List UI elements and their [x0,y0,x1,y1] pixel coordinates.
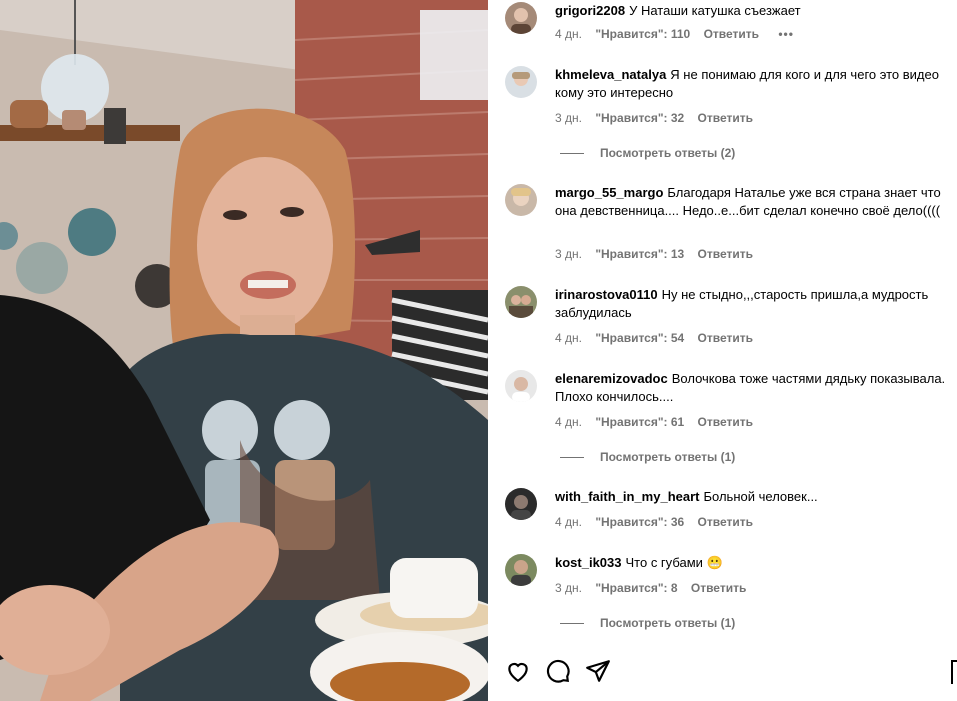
comment-likes[interactable]: "Нравится": 61 [595,415,684,429]
comment-time[interactable]: 4 дн. [555,331,582,345]
view-replies-button[interactable]: Посмотреть ответы (2) [560,146,735,160]
avatar[interactable] [505,2,537,34]
comment-likes[interactable]: "Нравится": 54 [595,331,684,345]
comment-username[interactable]: margo_55_margo [555,185,663,200]
comment-time[interactable]: 4 дн. [555,415,582,429]
comment-text: У Наташи катушка съезжает [629,3,801,18]
reply-button[interactable]: Ответить [704,27,759,41]
view-replies-label: Посмотреть ответы (2) [600,146,736,160]
comment-time[interactable]: 4 дн. [555,27,582,41]
comment-username[interactable]: with_faith_in_my_heart [555,489,700,504]
photo-illustration [0,0,488,701]
view-replies-label: Посмотреть ответы (1) [600,450,736,464]
comment-time[interactable]: 3 дн. [555,247,582,261]
comment-meta: 3 дн. "Нравится": 8 Ответить [555,581,756,595]
comment-time[interactable]: 3 дн. [555,581,582,595]
share-icon[interactable] [585,658,611,684]
reply-button[interactable]: Ответить [691,581,746,595]
comment-text-block: elenaremizovadoc Волочкова тоже частями д… [555,370,947,406]
comment-likes[interactable]: "Нравится": 13 [595,247,684,261]
comment-username[interactable]: irinarostova0110 [555,287,658,302]
comment-meta: 4 дн. "Нравится": 110 Ответить ••• [555,27,804,41]
comment-text: Больной человек... [703,489,818,504]
more-options-icon[interactable]: ••• [778,27,794,41]
reply-button[interactable]: Ответить [698,415,753,429]
comment-text: Что с губами 😬 [625,555,723,570]
comment-icon[interactable] [545,658,571,684]
post-photo [0,0,488,701]
comment-text-block: margo_55_margo Благодаря Наталье уже вся … [555,184,947,220]
reply-button[interactable]: Ответить [698,331,753,345]
comment-time[interactable]: 3 дн. [555,111,582,125]
divider-line [560,153,584,155]
divider-line [560,623,584,625]
avatar[interactable] [505,66,537,98]
comment-likes[interactable]: "Нравится": 36 [595,515,684,529]
comment-text-block: khmeleva_natalya Я не понимаю для кого и … [555,66,947,102]
comment-meta: 3 дн. "Нравится": 13 Ответить [555,247,763,261]
comment-text-block: irinarostova0110 Ну не стыдно,,,старость … [555,286,947,322]
comment-username[interactable]: kost_ik033 [555,555,622,570]
avatar[interactable] [505,286,537,318]
comment-text-block: kost_ik033 Что с губами 😬 [555,554,947,572]
reply-button[interactable]: Ответить [698,247,753,261]
avatar[interactable] [505,554,537,586]
comment-meta: 4 дн. "Нравится": 36 Ответить [555,515,763,529]
comment-username[interactable]: elenaremizovadoc [555,371,668,386]
comment-likes[interactable]: "Нравится": 8 [595,581,677,595]
comment-text-block: with_faith_in_my_heart Больной человек... [555,488,947,506]
avatar[interactable] [505,488,537,520]
divider-line [560,457,584,459]
comment-meta: 4 дн. "Нравится": 54 Ответить [555,331,763,345]
comment-meta: 3 дн. "Нравится": 32 Ответить [555,111,763,125]
comment-likes[interactable]: "Нравится": 32 [595,111,684,125]
view-replies-label: Посмотреть ответы (1) [600,616,736,630]
view-replies-button[interactable]: Посмотреть ответы (1) [560,616,735,630]
heart-icon[interactable] [505,658,531,684]
view-replies-button[interactable]: Посмотреть ответы (1) [560,450,735,464]
reply-button[interactable]: Ответить [698,515,753,529]
comment-text-block: grigori2208 У Наташи катушка съезжает [555,2,947,20]
comment-likes[interactable]: "Нравится": 110 [595,27,690,41]
reply-button[interactable]: Ответить [698,111,753,125]
bookmark-icon[interactable] [951,660,957,684]
comment-username[interactable]: grigori2208 [555,3,625,18]
comment-meta: 4 дн. "Нравится": 61 Ответить [555,415,763,429]
comment-username[interactable]: khmeleva_natalya [555,67,666,82]
avatar[interactable] [505,370,537,402]
comments-panel: grigori2208 У Наташи катушка съезжает 4 д… [488,0,957,701]
comment-time[interactable]: 4 дн. [555,515,582,529]
avatar[interactable] [505,184,537,216]
